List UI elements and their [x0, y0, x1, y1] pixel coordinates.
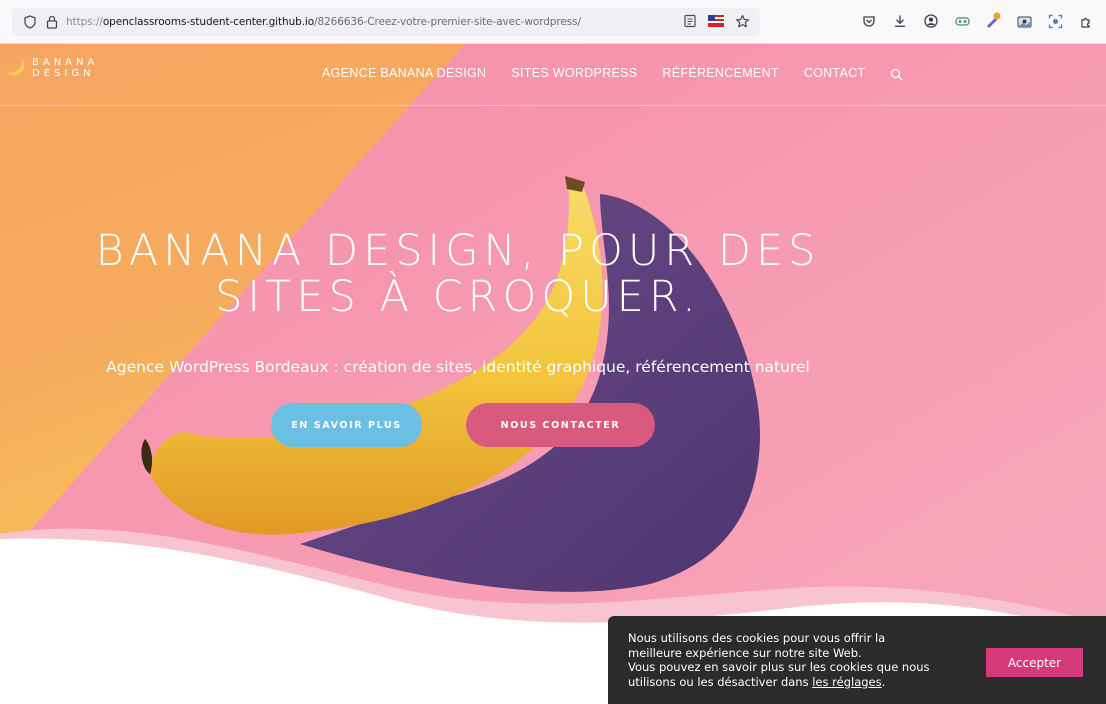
hero-title: BANANA DESIGN, POUR DES SITES À CROQUER. [20, 228, 896, 320]
star-icon[interactable] [734, 13, 750, 29]
logo-line-1: BANANA [32, 57, 99, 68]
cookie-text-line-3: Vous pouvez en savoir plus sur les cooki… [628, 660, 930, 674]
extension-icon[interactable] [953, 12, 971, 30]
learn-more-button[interactable]: EN SAVOIR PLUS [271, 403, 422, 447]
cookie-text-period: . [881, 674, 886, 689]
cookie-banner: Nous utilisons des cookies pour vous off… [608, 616, 1106, 704]
main-nav: AGENCE BANANA DESIGN SITES WORDPRESS RÉF… [322, 66, 904, 81]
contact-button[interactable]: NOUS CONTACTER [466, 403, 655, 447]
cookie-text: Nous utilisons des cookies pour vous off… [628, 631, 958, 689]
pocket-icon[interactable] [860, 12, 878, 30]
cookie-text-line-2: meilleure expérience sur notre site Web. [628, 645, 862, 660]
reader-icon[interactable] [682, 13, 698, 29]
url-protocol: https:// [66, 16, 103, 28]
nav-divider [0, 105, 1106, 106]
edit-icon[interactable] [984, 12, 1002, 30]
url-host: openclassrooms-student-center.github.io [102, 16, 315, 28]
shield-icon[interactable] [22, 14, 38, 30]
logo[interactable]: BANANA DESIGN [6, 57, 98, 79]
search-icon[interactable] [890, 66, 904, 81]
capture-icon[interactable] [1046, 12, 1064, 30]
nav-item-agence[interactable]: AGENCE BANANA DESIGN [322, 66, 486, 80]
nav-item-referencement[interactable]: RÉFÉRENCEMENT [662, 66, 778, 80]
flag-icon[interactable] [708, 13, 724, 29]
screenshot-icon[interactable] [1015, 12, 1033, 30]
accept-cookies-button[interactable]: Accepter [986, 648, 1083, 677]
hero-section: BANANA DESIGN AGENCE BANANA DESIGN SITES… [0, 44, 1106, 704]
hero-subtitle: Agence WordPress Bordeaux : création de … [106, 358, 810, 376]
logo-line-2: DESIGN [32, 68, 95, 79]
account-icon[interactable] [922, 12, 940, 30]
url-path: /8266636-Creez-votre-premier-site-avec-w… [314, 16, 581, 28]
url-bar[interactable]: https://openclassrooms-student-center.gi… [12, 8, 760, 36]
hero-title-line-1: BANANA DESIGN, POUR DES [95, 226, 821, 276]
url-text[interactable]: https://openclassrooms-student-center.gi… [66, 16, 581, 28]
lock-icon[interactable] [44, 14, 60, 30]
cookie-text-line-1: Nous utilisons des cookies pour vous off… [628, 631, 886, 645]
banana-logo-icon [8, 60, 25, 76]
cookie-settings-link[interactable]: les réglages [812, 675, 881, 689]
download-icon[interactable] [891, 12, 909, 30]
nav-item-sites-wordpress[interactable]: SITES WORDPRESS [511, 66, 637, 80]
nav-item-contact[interactable]: CONTACT [804, 66, 866, 80]
extensions-icon[interactable] [1077, 12, 1095, 30]
browser-toolbar: https://openclassrooms-student-center.gi… [0, 0, 1106, 44]
hero-title-line-2: SITES À CROQUER. [215, 272, 701, 322]
cookie-text-line-4: utilisons ou les désactiver dans [628, 674, 813, 689]
